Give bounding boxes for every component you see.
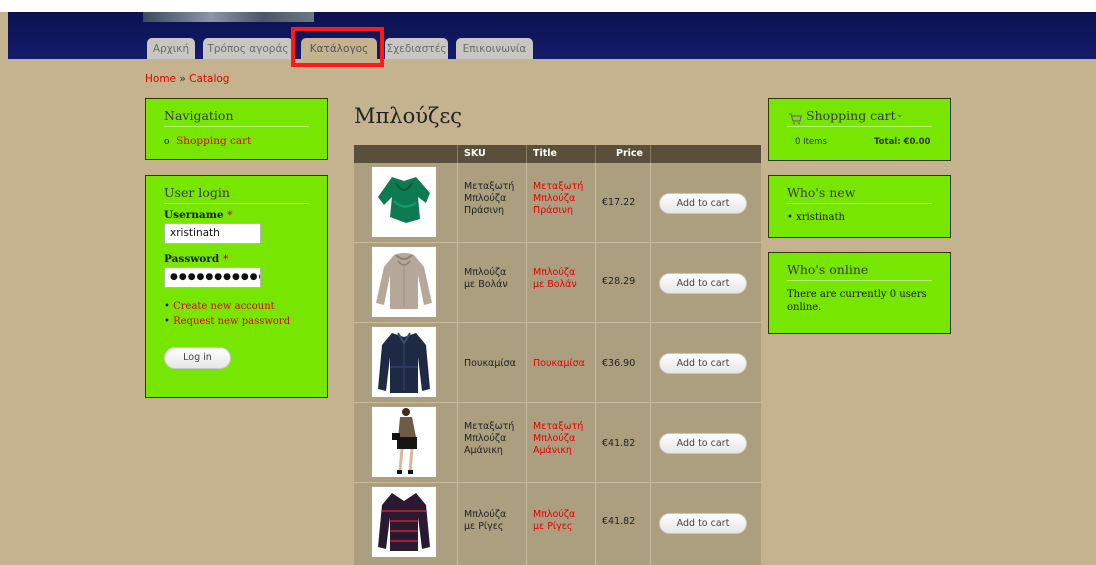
title-link[interactable]: Μεταξωτή Μπλούζα Αμάνικη bbox=[533, 421, 595, 457]
price-cell: €17.22 bbox=[602, 197, 636, 208]
table-row: Μπλούζα με Ρίγες Μπλούζα με Ρίγες €41.82 A… bbox=[354, 483, 761, 565]
password-input[interactable]: ●●●●●●●●●●● bbox=[164, 267, 261, 288]
add-to-cart-button[interactable]: Add to cart bbox=[659, 433, 747, 454]
table-row: Πουκαμίσα Πουκαμίσα €36.90 Add to cart bbox=[354, 323, 761, 402]
breadcrumb-separator: » bbox=[179, 73, 186, 85]
chevron-down-icon[interactable]: ⌄ bbox=[896, 110, 904, 120]
header-banner-image bbox=[143, 12, 314, 22]
product-image-sleeveless-blouse[interactable] bbox=[372, 407, 436, 477]
product-image-ruffle-blouse[interactable] bbox=[372, 247, 436, 317]
whos-new-user[interactable]: • xristinath bbox=[787, 212, 845, 223]
login-title: User login bbox=[164, 185, 230, 200]
table-row: Μεταξωτή Μπλούζα Αμάνικη Μεταξωτή Μπλούζα Αμ… bbox=[354, 403, 761, 482]
price-cell: €28.29 bbox=[602, 276, 636, 287]
tab-home[interactable]: Αρχική bbox=[147, 38, 195, 59]
sku-cell: Μπλούζα με Βολάν bbox=[464, 267, 508, 290]
breadcrumb-current[interactable]: Catalog bbox=[189, 73, 229, 85]
user-login-block: User login Username * xristinath Passwor… bbox=[145, 175, 328, 398]
table-header: SKU Title Price bbox=[354, 145, 761, 163]
navigation-block: Navigation o Shopping cart bbox=[145, 98, 328, 160]
price-cell: €41.82 bbox=[602, 438, 636, 449]
breadcrumb-home[interactable]: Home bbox=[145, 73, 176, 85]
add-to-cart-button[interactable]: Add to cart bbox=[659, 353, 747, 374]
title-link[interactable]: Μεταξωτή Μπλούζα Πράσινη bbox=[533, 181, 595, 217]
page-title: Μπλούζες bbox=[354, 104, 463, 128]
whos-online-block: Who's online There are currently 0 users… bbox=[768, 252, 951, 334]
username-label: Username * bbox=[164, 209, 233, 221]
add-to-cart-button[interactable]: Add to cart bbox=[659, 513, 747, 534]
column-price: Price bbox=[616, 148, 643, 159]
product-image-green-blouse[interactable] bbox=[372, 167, 436, 237]
title-link[interactable]: Πουκαμίσα bbox=[533, 358, 595, 370]
cart-items: 0 Items bbox=[795, 137, 827, 147]
sku-cell: Μπλούζα με Ρίγες bbox=[464, 509, 507, 532]
sku-cell: Μεταξωτή Μπλούζα Πράσινη bbox=[464, 181, 515, 216]
navigation-title: Navigation bbox=[164, 108, 234, 123]
sku-cell: Πουκαμίσα bbox=[464, 358, 516, 369]
column-title: Title bbox=[533, 148, 557, 159]
sku-cell: Μεταξωτή Μπλούζα Αμάνικη bbox=[464, 421, 515, 456]
product-image-striped-blouse[interactable] bbox=[372, 487, 436, 557]
title-link[interactable]: Μπλούζα με Ρίγες bbox=[533, 509, 595, 533]
price-cell: €41.82 bbox=[602, 516, 636, 527]
add-to-cart-button[interactable]: Add to cart bbox=[659, 193, 747, 214]
nav-item-shopping-cart[interactable]: o Shopping cart bbox=[164, 135, 251, 147]
username-input[interactable]: xristinath bbox=[164, 223, 261, 244]
column-sku: SKU bbox=[464, 148, 486, 159]
add-to-cart-button[interactable]: Add to cart bbox=[659, 273, 747, 294]
whos-online-text: There are currently 0 users online. bbox=[787, 289, 927, 313]
shopping-cart-block: Shopping cart ⌄ 0 Items Total: €0.00 bbox=[768, 98, 951, 161]
top-strip bbox=[0, 0, 1096, 12]
cart-total: Total: €0.00 bbox=[874, 137, 931, 147]
whos-new-title: Who's new bbox=[787, 185, 856, 200]
tab-designers[interactable]: Σχεδιαστές bbox=[385, 38, 448, 59]
tab-contact[interactable]: Επικοινωνία bbox=[456, 38, 533, 59]
whos-online-title: Who's online bbox=[787, 262, 869, 277]
create-account-link[interactable]: • Create new account bbox=[164, 301, 275, 312]
nav-item-label[interactable]: Shopping cart bbox=[176, 135, 251, 147]
table-row: Μεταξωτή Μπλούζα Πράσινη Μεταξωτή Μπλούζα Πρ… bbox=[354, 163, 761, 242]
login-button[interactable]: Log in bbox=[164, 347, 231, 369]
breadcrumb: Home » Catalog bbox=[145, 73, 229, 85]
request-password-link[interactable]: • Request new password bbox=[164, 316, 290, 327]
cart-title[interactable]: Shopping cart bbox=[806, 108, 896, 123]
table-row: Μπλούζα με Βολάν Μπλούζα με Βολάν €28.29 A… bbox=[354, 243, 761, 322]
password-label: Password * bbox=[164, 253, 229, 265]
highlight-box bbox=[291, 27, 384, 67]
title-link[interactable]: Μπλούζα με Βολάν bbox=[533, 267, 595, 291]
price-cell: €36.90 bbox=[602, 358, 636, 369]
product-image-navy-shirt[interactable] bbox=[372, 327, 436, 397]
tab-how-to-buy[interactable]: Τρόπος αγοράς bbox=[203, 38, 293, 59]
whos-new-block: Who's new • xristinath bbox=[768, 175, 951, 238]
